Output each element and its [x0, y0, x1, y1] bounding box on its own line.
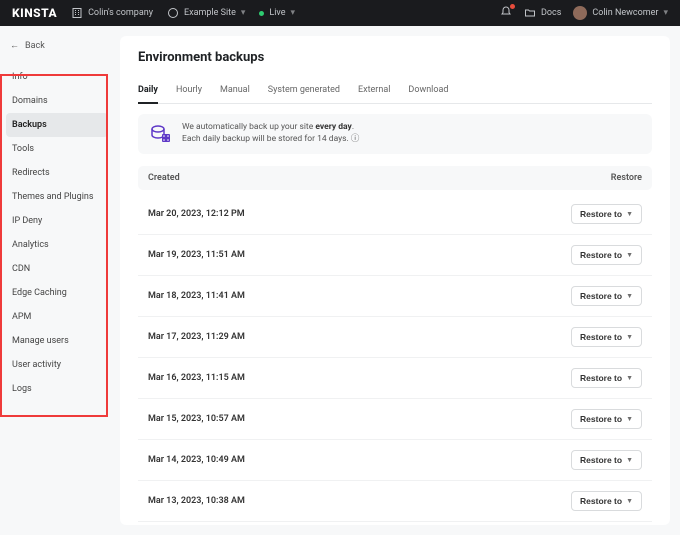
- backup-row: Mar 17, 2023, 11:29 AM Restore to▼: [138, 317, 652, 358]
- notification-badge: [510, 4, 515, 9]
- tab-manual[interactable]: Manual: [220, 79, 250, 103]
- sidebar-item-apm[interactable]: APM: [6, 305, 108, 329]
- chevron-down-icon: ▼: [626, 252, 633, 259]
- backup-date: Mar 16, 2023, 11:15 AM: [148, 373, 245, 383]
- restore-button[interactable]: Restore to▼: [571, 204, 642, 224]
- tab-hourly[interactable]: Hourly: [176, 79, 202, 103]
- sidebar-item-cdn[interactable]: CDN: [6, 257, 108, 281]
- main: Environment backups Daily Hourly Manual Sys…: [120, 36, 670, 525]
- sidebar-item-tools[interactable]: Tools: [6, 137, 108, 161]
- chevron-down-icon: ▼: [626, 293, 633, 300]
- chevron-down-icon: ▾: [663, 8, 668, 18]
- avatar: [573, 6, 587, 20]
- backup-date: Mar 15, 2023, 10:57 AM: [148, 414, 245, 424]
- back-label: Back: [25, 41, 45, 51]
- env-label: Live: [269, 8, 285, 18]
- notifications-button[interactable]: [500, 6, 512, 21]
- backup-row: Mar 19, 2023, 11:51 AM Restore to▼: [138, 235, 652, 276]
- tab-download[interactable]: Download: [408, 79, 448, 103]
- tab-system-generated[interactable]: System generated: [268, 79, 340, 103]
- topbar-left: KINSTA Colin's company Example Site ▾ Li…: [12, 6, 295, 20]
- backup-date: Mar 14, 2023, 10:49 AM: [148, 455, 245, 465]
- chevron-down-icon: ▼: [626, 416, 633, 423]
- backup-icon: [148, 122, 172, 146]
- banner-text: We automatically back up your site: [182, 122, 315, 132]
- backup-row: Mar 16, 2023, 11:15 AM Restore to▼: [138, 358, 652, 399]
- backup-row: Mar 18, 2023, 11:41 AM Restore to▼: [138, 276, 652, 317]
- banner-text: Each daily backup will be stored for 14 …: [182, 134, 349, 144]
- chevron-down-icon: ▼: [626, 334, 633, 341]
- user-name: Colin Newcomer: [592, 8, 658, 18]
- backup-row: Mar 15, 2023, 10:57 AM Restore to▼: [138, 399, 652, 440]
- restore-button[interactable]: Restore to▼: [571, 491, 642, 511]
- sidebar-item-logs[interactable]: Logs: [6, 377, 108, 401]
- backup-date: Mar 17, 2023, 11:29 AM: [148, 332, 245, 342]
- backup-row: Mar 12, 2023, 10:25 AMRestore to▼: [138, 522, 652, 525]
- sidebar-item-analytics[interactable]: Analytics: [6, 233, 108, 257]
- env-crumb[interactable]: Live ▾: [259, 8, 295, 18]
- sidebar-item-manage-users[interactable]: Manage users: [6, 329, 108, 353]
- topbar-right: Docs Colin Newcomer ▾: [500, 6, 668, 21]
- sidebar-item-info[interactable]: Info: [6, 65, 108, 89]
- company-crumb[interactable]: Colin's company: [71, 7, 153, 19]
- backup-rows: Mar 20, 2023, 12:12 PMRestore to▼Mar 19,…: [138, 194, 652, 525]
- restore-button[interactable]: Restore to▼: [571, 245, 642, 265]
- back-button[interactable]: ← Back: [6, 34, 108, 65]
- sidebar-item-user-activity[interactable]: User activity: [6, 353, 108, 377]
- tab-external[interactable]: External: [358, 79, 390, 103]
- docs-label: Docs: [541, 8, 561, 18]
- chevron-down-icon: ▼: [626, 211, 633, 218]
- restore-button[interactable]: Restore to▼: [571, 450, 642, 470]
- sidebar-item-domains[interactable]: Domains: [6, 89, 108, 113]
- tabs: Daily Hourly Manual System generated Externa…: [138, 79, 652, 104]
- site-crumb[interactable]: Example Site ▾: [167, 7, 245, 19]
- restore-button[interactable]: Restore to▼: [571, 409, 642, 429]
- restore-button[interactable]: Restore to▼: [571, 368, 642, 388]
- chevron-down-icon: ▾: [291, 8, 296, 18]
- info-banner: We automatically back up your site every…: [138, 114, 652, 154]
- table-header: Created Restore: [138, 166, 652, 190]
- backup-date: Mar 20, 2023, 12:12 PM: [148, 209, 245, 219]
- restore-button[interactable]: Restore to▼: [571, 327, 642, 347]
- backup-row: Mar 20, 2023, 12:12 PM Restore to▼: [138, 194, 652, 235]
- page-title: Environment backups: [138, 50, 652, 65]
- backup-row: Mar 14, 2023, 10:49 AM Restore to▼: [138, 440, 652, 481]
- user-menu[interactable]: Colin Newcomer ▾: [573, 6, 668, 20]
- chevron-down-icon: ▼: [626, 457, 633, 464]
- restore-button[interactable]: Restore to▼: [571, 286, 642, 306]
- sidebar: ← Back InfoDomainsBackupsToolsRedirectsT…: [0, 26, 114, 535]
- site-name: Example Site: [184, 8, 236, 18]
- folder-icon: [524, 7, 536, 19]
- logo[interactable]: KINSTA: [12, 6, 57, 20]
- building-icon: [71, 7, 83, 19]
- sidebar-item-redirects[interactable]: Redirects: [6, 161, 108, 185]
- info-icon[interactable]: ⓘ: [351, 134, 360, 144]
- banner-text: .: [352, 122, 354, 132]
- sidebar-item-backups[interactable]: Backups: [6, 113, 108, 137]
- backup-date: Mar 19, 2023, 11:51 AM: [148, 250, 245, 260]
- info-text: We automatically back up your site every…: [182, 122, 359, 146]
- status-dot-icon: [259, 11, 264, 16]
- chevron-down-icon: ▾: [241, 8, 246, 18]
- tab-daily[interactable]: Daily: [138, 79, 158, 103]
- wordpress-icon: [167, 7, 179, 19]
- backup-date: Mar 13, 2023, 10:38 AM: [148, 496, 245, 506]
- col-created: Created: [148, 173, 180, 183]
- col-restore: Restore: [611, 173, 642, 183]
- docs-link[interactable]: Docs: [524, 7, 561, 19]
- shell: ← Back InfoDomainsBackupsToolsRedirectsT…: [0, 26, 680, 535]
- sidebar-item-themes-and-plugins[interactable]: Themes and Plugins: [6, 185, 108, 209]
- banner-strong: every day: [315, 122, 352, 132]
- chevron-down-icon: ▼: [626, 498, 633, 505]
- backup-row: Mar 13, 2023, 10:38 AM Restore to▼: [138, 481, 652, 522]
- company-name: Colin's company: [88, 8, 153, 18]
- topbar: KINSTA Colin's company Example Site ▾ Li…: [0, 0, 680, 26]
- chevron-down-icon: ▼: [626, 375, 633, 382]
- sidebar-item-ip-deny[interactable]: IP Deny: [6, 209, 108, 233]
- sidebar-item-edge-caching[interactable]: Edge Caching: [6, 281, 108, 305]
- arrow-left-icon: ←: [10, 40, 19, 51]
- backup-date: Mar 18, 2023, 11:41 AM: [148, 291, 245, 301]
